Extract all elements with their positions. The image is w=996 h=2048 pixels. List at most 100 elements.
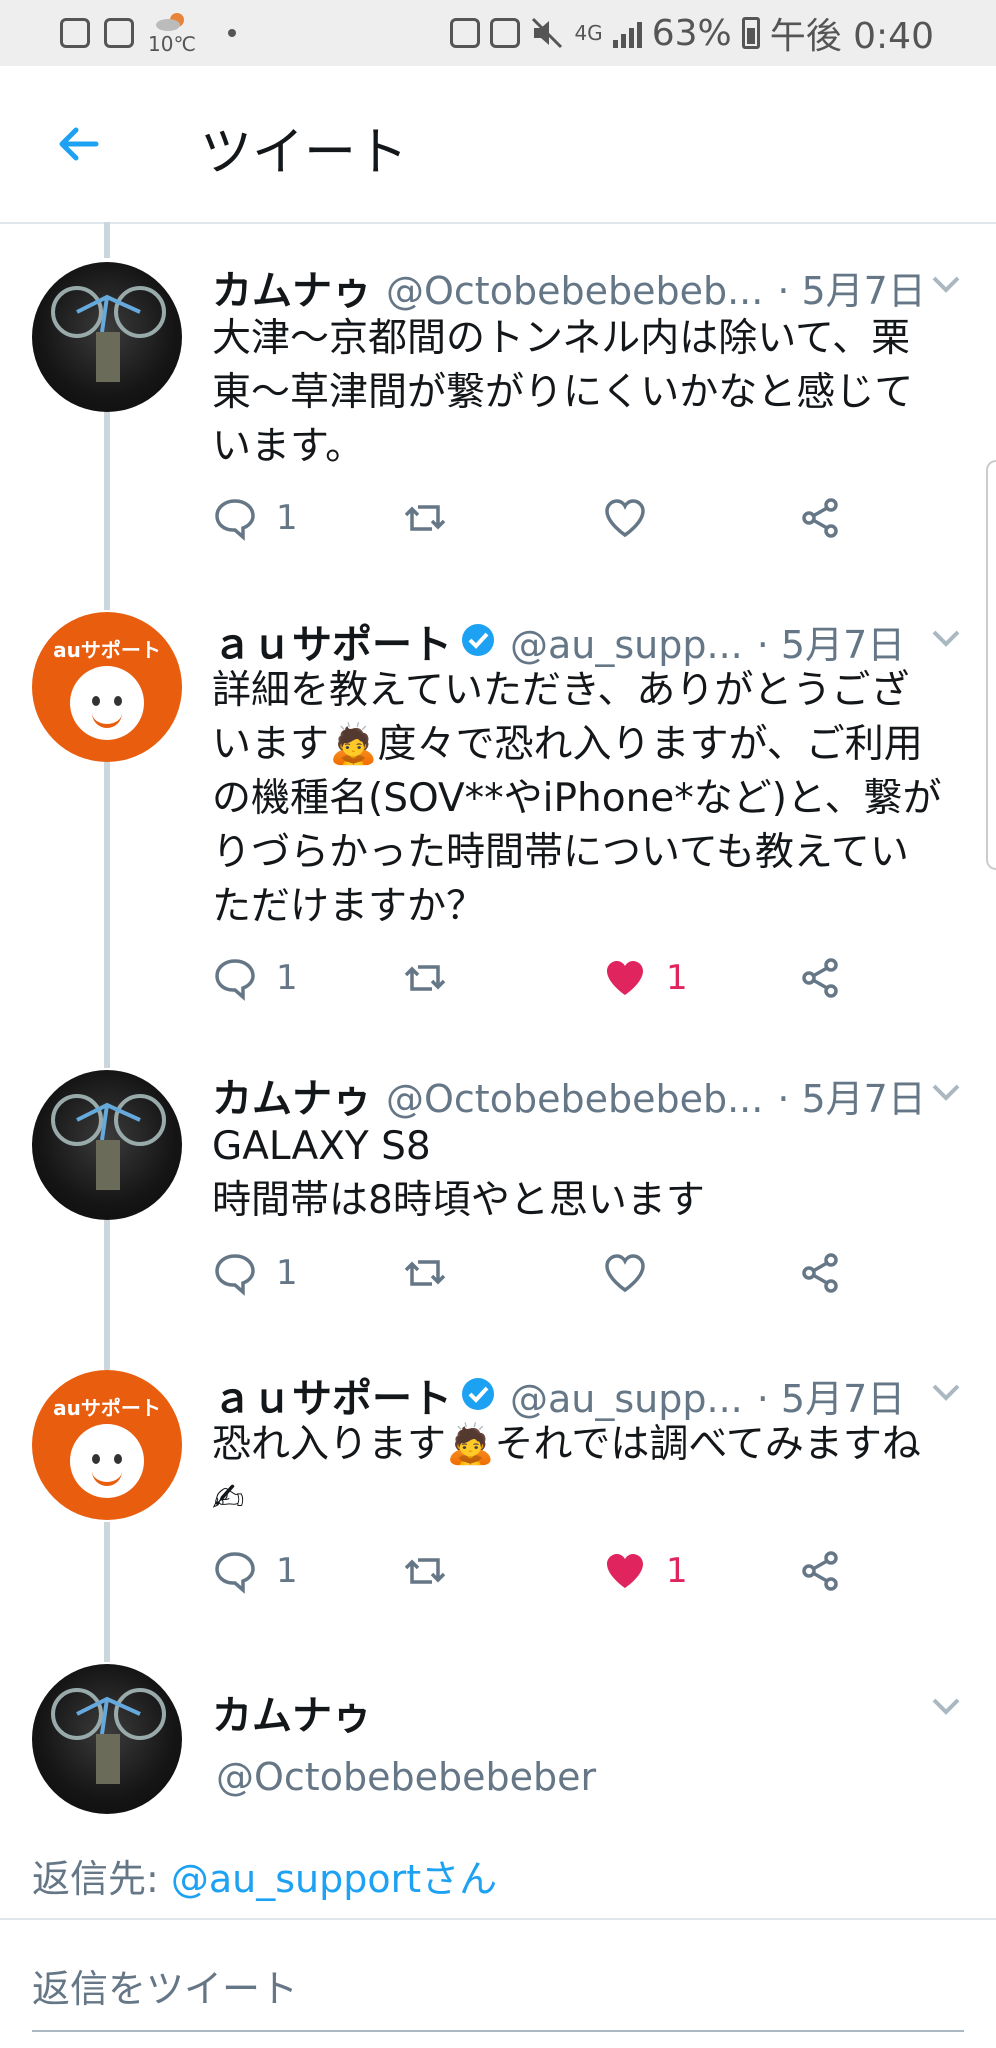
reply-input-underline bbox=[32, 2030, 964, 2032]
chevron-down-icon[interactable] bbox=[926, 1372, 966, 1412]
reply-display-name: カムナゥ bbox=[212, 1693, 372, 1739]
transit-icon bbox=[104, 18, 134, 48]
battery-saver-icon bbox=[450, 18, 481, 48]
tweet-text: 恐れ入ります🙇それでは調べてみますね ✍ bbox=[212, 1422, 921, 1521]
reply-to-label: 返信先: bbox=[32, 1857, 171, 1901]
network-type: 4G bbox=[574, 21, 603, 45]
avatar-label: auサポート bbox=[53, 1396, 161, 1420]
reply-count: 1 bbox=[276, 958, 298, 998]
heart-icon bbox=[605, 1254, 645, 1293]
tweet-actions: 1 bbox=[212, 1250, 852, 1310]
nfc-icon bbox=[490, 18, 521, 48]
verified-badge-icon bbox=[462, 1378, 494, 1410]
like-count: 1 bbox=[666, 958, 688, 998]
display-name[interactable]: ａｕサポート bbox=[212, 612, 452, 670]
reply-to: 返信先: @au_supportさん bbox=[32, 1848, 497, 1903]
mute-icon bbox=[532, 17, 563, 49]
user-handle[interactable]: @Octobebebebeb... bbox=[386, 1077, 763, 1121]
tweet-meta: カムナゥ @Octobebebebeb... · 5月7日 bbox=[212, 1066, 926, 1124]
retweet-button[interactable] bbox=[402, 955, 448, 1001]
retweet-button[interactable] bbox=[402, 1250, 448, 1296]
tweet-date: · 5月7日 bbox=[756, 1377, 906, 1421]
avatar[interactable] bbox=[32, 262, 182, 412]
signal-icon bbox=[612, 18, 642, 48]
share-button[interactable] bbox=[797, 495, 843, 541]
thread-line bbox=[104, 1522, 110, 1662]
chevron-down-icon[interactable] bbox=[926, 1686, 966, 1726]
reply-icon bbox=[215, 499, 255, 541]
mascot-face bbox=[70, 666, 144, 740]
share-icon bbox=[802, 498, 838, 538]
page-title: ツイート bbox=[200, 123, 409, 183]
share-button[interactable] bbox=[797, 1250, 843, 1296]
avatar[interactable]: auサポート bbox=[32, 1370, 182, 1520]
like-count: 1 bbox=[666, 1551, 688, 1591]
like-button[interactable]: 1 bbox=[602, 1548, 688, 1594]
chevron-down-icon[interactable] bbox=[926, 618, 966, 658]
tweet-date: · 5月7日 bbox=[756, 623, 906, 667]
share-button[interactable] bbox=[797, 955, 843, 1001]
reply-button[interactable]: 1 bbox=[212, 1250, 298, 1296]
retweet-icon bbox=[404, 965, 446, 991]
app-header: ツイート bbox=[0, 66, 996, 224]
reply-icon bbox=[215, 1552, 255, 1594]
chevron-down-icon[interactable] bbox=[926, 1072, 966, 1112]
clock: 午後 0:40 bbox=[769, 16, 934, 57]
like-button[interactable] bbox=[602, 1250, 666, 1296]
tweet-actions: 1 bbox=[212, 495, 852, 555]
divider bbox=[0, 1918, 996, 1920]
reply-button[interactable]: 1 bbox=[212, 495, 298, 541]
like-button[interactable] bbox=[602, 495, 666, 541]
chevron-down-icon[interactable] bbox=[926, 264, 966, 304]
thread-line bbox=[104, 1220, 110, 1370]
thread-line bbox=[104, 762, 110, 1068]
reply-count: 1 bbox=[276, 1551, 298, 1591]
reply-to-link[interactable]: @au_supportさん bbox=[171, 1857, 497, 1901]
like-button[interactable]: 1 bbox=[602, 955, 688, 1001]
battery-percent: 63% bbox=[651, 12, 732, 54]
retweet-icon bbox=[404, 505, 446, 531]
avatar[interactable] bbox=[32, 1070, 182, 1220]
reply-button[interactable]: 1 bbox=[212, 955, 298, 1001]
tweet-meta: ａｕサポート @au_supp... · 5月7日 bbox=[212, 612, 905, 670]
share-icon bbox=[802, 1551, 838, 1591]
avatar-label: auサポート bbox=[53, 638, 161, 662]
share-icon bbox=[802, 958, 838, 998]
activity-icon bbox=[60, 18, 90, 48]
reply-button[interactable]: 1 bbox=[212, 1548, 298, 1594]
tweet-meta: カムナゥ @Octobebebebeb... · 5月7日 bbox=[212, 258, 926, 316]
back-arrow-icon[interactable] bbox=[52, 118, 104, 170]
user-handle[interactable]: @Octobebebebeb... bbox=[386, 269, 763, 313]
battery-icon bbox=[741, 17, 760, 49]
retweet-button[interactable] bbox=[402, 495, 448, 541]
display-name[interactable]: カムナゥ bbox=[212, 1066, 372, 1124]
retweet-icon bbox=[404, 1558, 446, 1584]
tweet-meta: ａｕサポート @au_supp... · 5月7日 bbox=[212, 1366, 905, 1424]
display-name[interactable]: ａｕサポート bbox=[212, 1366, 452, 1424]
reply-user-handle: @Octobebebebeber bbox=[216, 1755, 597, 1799]
scrollbar[interactable] bbox=[986, 460, 996, 870]
display-name[interactable]: カムナゥ bbox=[212, 258, 372, 316]
tweet-text: 詳細を教えていただき、ありがとうござ います🙇度々で恐れ入りますが、ご利用 の機… bbox=[212, 668, 942, 929]
tweet-actions: 1 1 bbox=[212, 955, 852, 1015]
user-handle[interactable]: @au_supp... bbox=[510, 623, 743, 667]
share-button[interactable] bbox=[797, 1548, 843, 1594]
weather-temp: 10℃ bbox=[148, 32, 196, 56]
verified-badge-icon bbox=[462, 624, 494, 656]
user-handle[interactable]: @au_supp... bbox=[510, 1377, 743, 1421]
notification-dot bbox=[227, 29, 236, 37]
reply-count: 1 bbox=[276, 498, 298, 538]
heart-icon bbox=[605, 499, 645, 538]
retweet-icon bbox=[404, 1260, 446, 1286]
reply-icon bbox=[215, 959, 255, 1001]
thread-line bbox=[104, 222, 110, 258]
reply-input[interactable]: 返信をツイート bbox=[32, 1958, 298, 2013]
weather-icon: 10℃ bbox=[148, 10, 196, 56]
mascot-face bbox=[70, 1424, 144, 1498]
retweet-button[interactable] bbox=[402, 1548, 448, 1594]
avatar[interactable]: auサポート bbox=[32, 612, 182, 762]
thread-line bbox=[104, 410, 110, 610]
tweet-date: · 5月7日 bbox=[777, 1077, 926, 1121]
reply-count: 1 bbox=[276, 1253, 298, 1293]
tweet-date: · 5月7日 bbox=[777, 269, 926, 313]
